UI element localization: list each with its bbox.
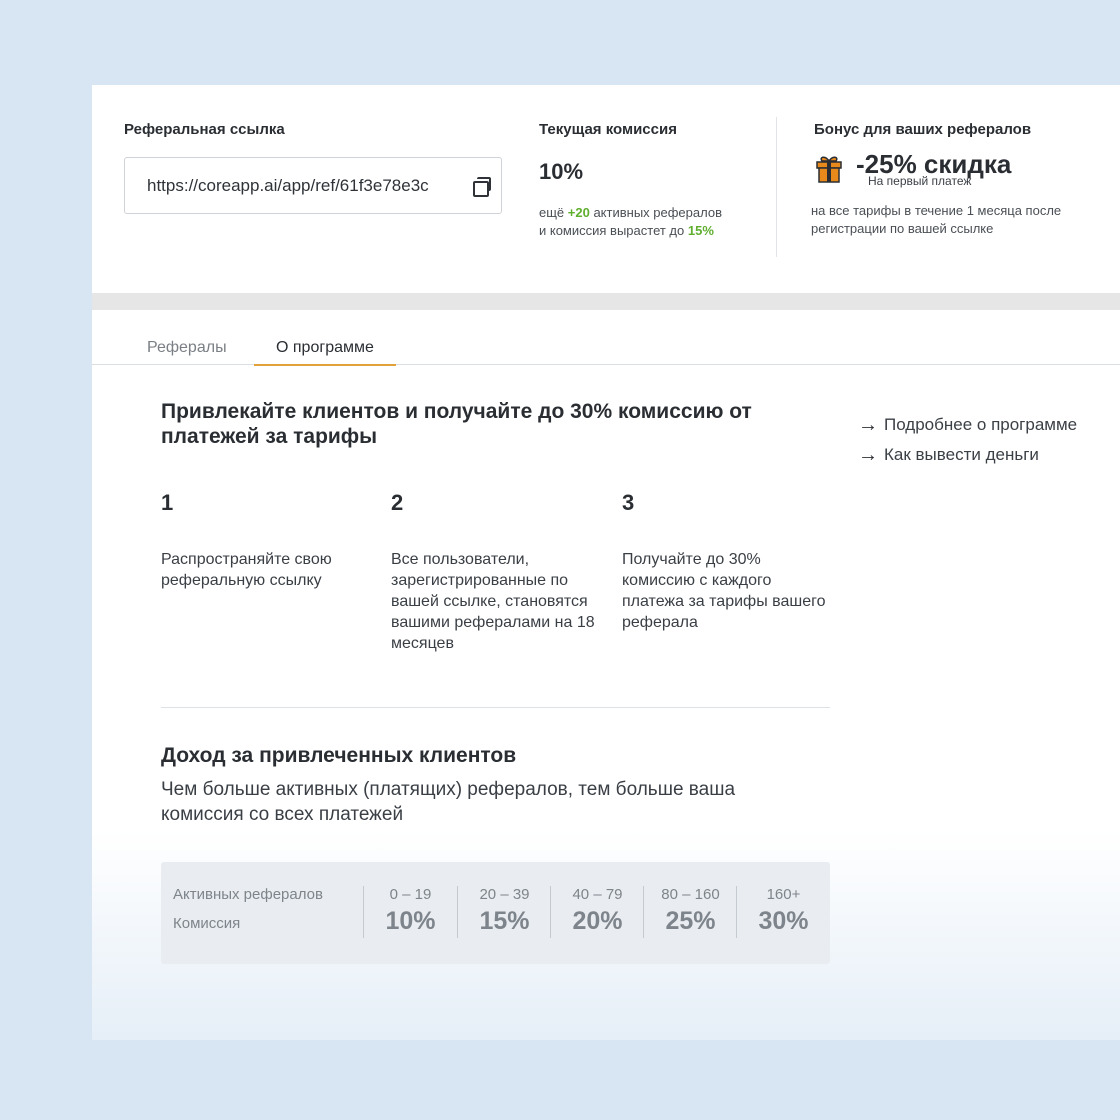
step-2: 2 Все пользователи, зарегистрированные п…	[391, 490, 596, 654]
tier-range: 20 – 39	[479, 886, 530, 903]
tier-commission: 25%	[665, 907, 716, 935]
commission-label: Комиссия	[173, 915, 241, 932]
link-program-details-label[interactable]: Подробнее о программе	[884, 415, 1077, 435]
tab-bar: Рефералы О программе	[92, 310, 1120, 366]
gift-icon	[816, 156, 842, 183]
tier-column: 80 – 160 25%	[643, 886, 737, 938]
commission-tiers-table: Активных рефералов Комиссия 0 – 19 10% 2…	[161, 862, 830, 964]
tier-commission: 15%	[479, 907, 530, 935]
tier-range: 160+	[766, 886, 801, 903]
current-commission-label: Текущая комиссия	[539, 121, 677, 138]
step-text: Распространяйте свою реферальную ссылку	[161, 551, 332, 589]
program-links: → Подробнее о программе → Как вывести де…	[858, 410, 1077, 470]
tier-column: 160+ 30%	[736, 886, 830, 938]
commission-progress-note: ещё +20 активных рефералов и комиссия вы…	[539, 204, 729, 240]
referral-link-url[interactable]: https://coreapp.ai/app/ref/61f3e78e3c	[147, 176, 465, 196]
step-1: 1 Распространяйте свою реферальную ссылк…	[161, 490, 366, 591]
step-text: Все пользователи, зарегистрированные по …	[391, 551, 595, 652]
tier-range: 40 – 79	[572, 886, 623, 903]
tier-commission: 30%	[758, 907, 809, 935]
tier-column: 20 – 39 15%	[457, 886, 551, 938]
step-3: 3 Получайте до 30% комиссию с каждого пл…	[622, 490, 827, 633]
active-referrals-label: Активных рефералов	[173, 886, 323, 903]
next-commission-value: 15%	[687, 223, 714, 238]
referral-discount-note: на все тарифы в течение 1 месяца после р…	[811, 203, 1062, 236]
referral-discount-subtitle: На первый платеж	[868, 174, 972, 188]
tier-commission: 10%	[385, 907, 436, 935]
step-text: Получайте до 30% комиссию с каждого плат…	[622, 551, 826, 631]
step-number: 3	[622, 490, 635, 515]
step-number: 1	[161, 490, 174, 515]
tier-commission: 20%	[572, 907, 623, 935]
tab-referrals[interactable]: Рефералы	[147, 339, 227, 357]
tab-about-program[interactable]: О программе	[254, 331, 396, 366]
link-withdraw-money-label[interactable]: Как вывести деньги	[884, 445, 1039, 465]
vertical-divider	[776, 117, 777, 257]
arrow-right-icon: →	[858, 443, 878, 466]
referral-link-label: Реферальная ссылка	[124, 121, 285, 138]
tier-column: 40 – 79 20%	[550, 886, 644, 938]
copy-icon[interactable]	[473, 176, 491, 197]
referral-link-field[interactable]: https://coreapp.ai/app/ref/61f3e78e3c	[124, 157, 502, 214]
referral-panel: Реферальная ссылка https://coreapp.ai/ap…	[92, 85, 1120, 1040]
tier-column: 0 – 19 10%	[363, 886, 457, 938]
referrals-needed-count: +20	[567, 205, 590, 220]
referral-bonus-label: Бонус для ваших рефералов	[814, 121, 1032, 138]
tier-range: 80 – 160	[661, 886, 720, 903]
program-title: Привлекайте клиентов и получайте до 30% …	[161, 400, 752, 448]
link-withdraw-money[interactable]: → Как вывести деньги	[858, 440, 1077, 470]
horizontal-divider	[161, 707, 830, 708]
income-title: Доход за привлеченных клиентов	[161, 744, 517, 767]
step-number: 2	[391, 490, 404, 515]
current-commission-value: 10%	[539, 159, 584, 184]
link-program-details[interactable]: → Подробнее о программе	[858, 410, 1077, 440]
section-separator	[92, 293, 1120, 310]
arrow-right-icon: →	[858, 413, 878, 436]
note-prefix: ещё	[539, 205, 568, 220]
tier-range: 0 – 19	[389, 886, 432, 903]
income-description: Чем больше активных (платящих) рефералов…	[161, 779, 736, 825]
referral-summary: Реферальная ссылка https://coreapp.ai/ap…	[92, 85, 1120, 293]
